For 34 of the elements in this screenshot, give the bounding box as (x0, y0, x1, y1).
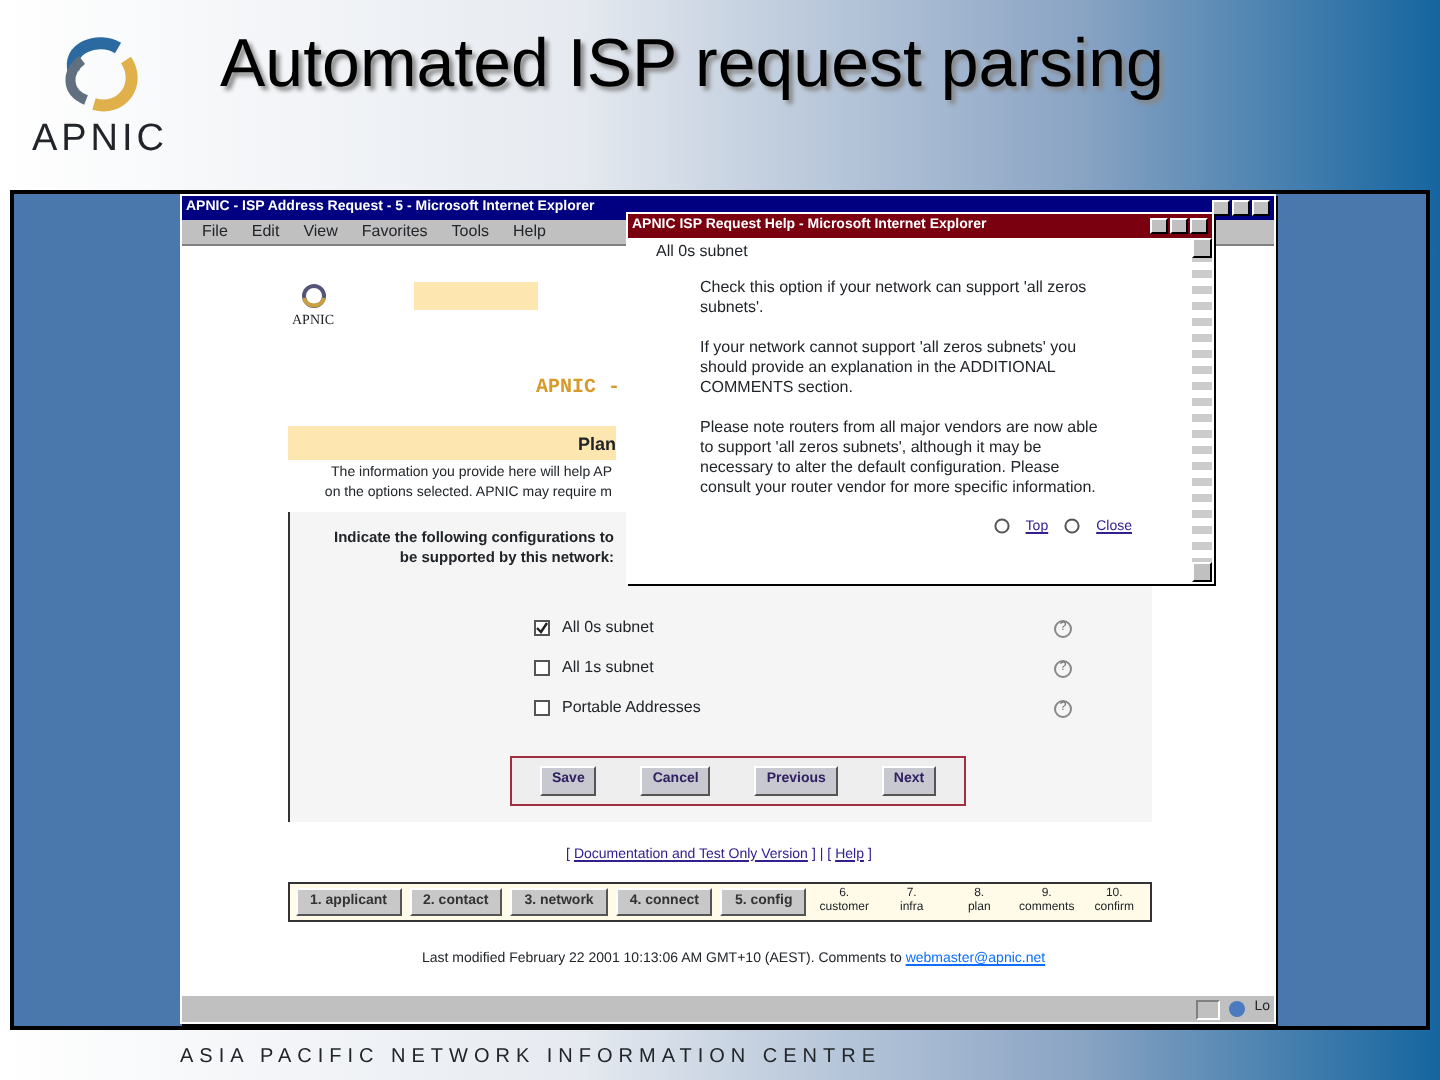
checkbox[interactable] (534, 700, 550, 716)
swirl-logo-icon (297, 282, 329, 310)
option-label: All 1s subnet (562, 658, 654, 678)
close-button[interactable] (1252, 200, 1270, 216)
menu-item[interactable]: File (202, 220, 228, 244)
circle-icon (993, 518, 1010, 534)
logo-text: APNIC (31, 120, 169, 158)
option-label: Portable Addresses (562, 698, 701, 718)
menu-item[interactable]: Edit (251, 220, 280, 244)
page-heading: APNIC - (536, 375, 621, 403)
checkbox[interactable] (534, 660, 550, 676)
help-paragraph: Please note routers from all major vendors are now able to support 'all zeros subnets', although it may be necessary to alter the default configuration. Please consult your router vendor for more specific information. (700, 418, 1100, 498)
minimize-button[interactable] (1150, 218, 1168, 234)
header-bar (414, 282, 539, 310)
checkbox[interactable] (534, 620, 550, 636)
scroll-up-button[interactable] (1192, 238, 1212, 258)
menu-item[interactable]: Help (512, 220, 546, 244)
menu-item[interactable]: View (303, 220, 338, 244)
scroll-down-button[interactable] (1192, 562, 1212, 582)
help-heading: All 0s subnet (656, 242, 750, 262)
option-label: All 0s subnet (562, 618, 654, 638)
minimize-button[interactable] (1212, 200, 1230, 216)
band-title: Plan (577, 433, 616, 453)
maximize-button[interactable] (1232, 200, 1250, 216)
slide-title: Automated ISP request parsing (220, 24, 1164, 106)
maximize-button[interactable] (1170, 218, 1188, 234)
close-button[interactable] (1190, 218, 1208, 234)
slide-footer: ASIA PACIFIC NETWORK INFORMATION CENTRE (180, 1042, 1440, 1072)
menu-item[interactable]: Favorites (361, 220, 428, 244)
help-paragraph: If your network cannot support 'all zeros subnets' you should provide an explanation in the ADDITIONAL COMMENTS section. (700, 338, 1079, 398)
help-paragraph: Check this option if your network can support 'all zeros subnets'. (700, 278, 1089, 318)
status-pane (1196, 999, 1221, 1019)
circle-icon (1064, 518, 1081, 534)
menu-item[interactable]: Tools (451, 220, 489, 244)
